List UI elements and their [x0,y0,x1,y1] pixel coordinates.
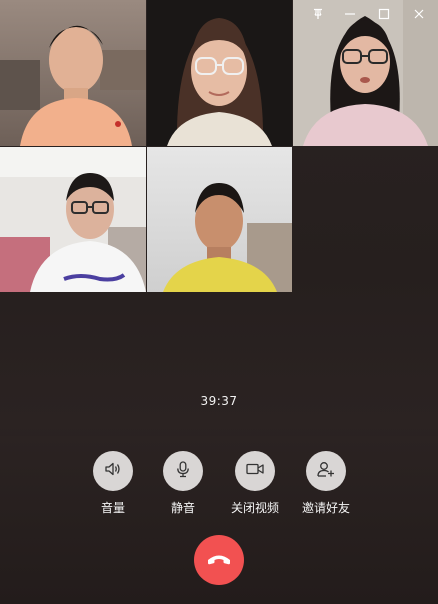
participant-video-5[interactable] [147,147,292,292]
participant-5-avatar [147,147,292,292]
toggle-video-label: 关闭视频 [230,501,279,515]
close-button[interactable] [409,4,429,24]
participant-video-2[interactable] [147,0,292,146]
toggle-video-button[interactable]: 关闭视频 [215,451,295,516]
hangup-button[interactable] [194,535,244,585]
mute-button[interactable]: 静音 [143,451,223,516]
close-icon [413,8,425,20]
call-timer: 39:37 [200,394,238,408]
participant-video-1[interactable] [0,0,146,146]
participant-1-avatar [0,0,146,146]
volume-label: 音量 [100,501,125,515]
invite-friend-button[interactable]: 邀请好友 [286,451,366,516]
pin-icon [312,8,324,20]
title-bar-controls [298,0,438,28]
speaker-icon [104,460,122,482]
microphone-icon [174,460,192,482]
minimize-button[interactable] [340,4,360,24]
mute-label: 静音 [170,501,195,515]
volume-button-circle[interactable] [93,451,133,491]
add-user-icon [316,460,336,482]
maximize-icon [378,8,390,20]
participant-2-avatar [147,0,292,146]
participant-4-avatar [0,147,146,292]
video-call-window: 39:37 音量 静音 关闭视频 邀请好友 [0,0,438,604]
maximize-button[interactable] [374,4,394,24]
invite-friend-button-circle[interactable] [306,451,346,491]
volume-button[interactable]: 音量 [73,451,153,516]
video-camera-icon [245,460,265,482]
mute-button-circle[interactable] [163,451,203,491]
invite-friend-label: 邀请好友 [301,501,350,515]
participant-video-4[interactable] [0,147,146,292]
toggle-video-button-circle[interactable] [235,451,275,491]
minimize-icon [344,8,356,20]
phone-hangup-icon [206,551,232,570]
pin-button[interactable] [308,4,328,24]
